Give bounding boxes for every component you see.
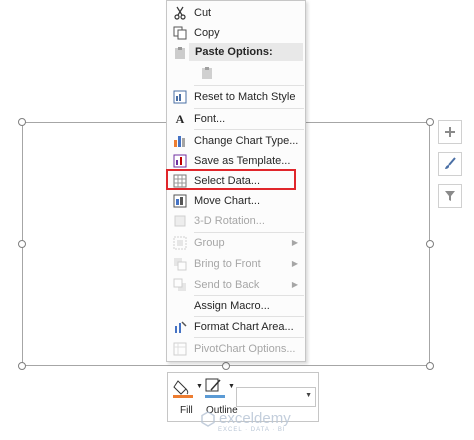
menu-item-label: Move Chart... bbox=[194, 195, 261, 207]
reset-style-icon bbox=[172, 89, 188, 105]
clipboard-icon bbox=[199, 65, 215, 81]
chart-styles-button[interactable] bbox=[438, 152, 462, 176]
menu-item-label: Cut bbox=[194, 7, 212, 19]
font-icon: A bbox=[175, 111, 185, 126]
scissors-icon bbox=[172, 5, 188, 21]
menu-item-label: 3-D Rotation... bbox=[194, 215, 265, 227]
menu-item-label: Bring to Front bbox=[194, 258, 261, 270]
chart-element-dropdown[interactable]: ▼ bbox=[236, 387, 316, 407]
watermark-logo: exceldemy bbox=[200, 410, 291, 427]
submenu-arrow-icon: ▶ bbox=[291, 238, 298, 247]
pen-outline-icon bbox=[205, 378, 225, 398]
menu-item-send-back: Send to Back ▶ bbox=[168, 275, 304, 295]
menu-item-bring-front: Bring to Front ▶ bbox=[168, 254, 304, 274]
menu-item-label: Send to Back bbox=[194, 279, 260, 291]
chart-filters-button[interactable] bbox=[438, 184, 462, 208]
group-icon bbox=[172, 235, 188, 251]
paint-bucket-icon bbox=[173, 380, 193, 398]
resize-handle-top-left[interactable] bbox=[18, 118, 26, 126]
fill-label: Fill bbox=[180, 405, 193, 416]
format-area-icon bbox=[172, 319, 188, 335]
menu-item-assign-macro[interactable]: Assign Macro... bbox=[168, 296, 304, 316]
menu-item-save-template[interactable]: Save as Template... bbox=[168, 151, 304, 171]
resize-handle-bottom[interactable] bbox=[222, 362, 230, 370]
dropdown-arrow-icon: ▼ bbox=[305, 392, 312, 399]
resize-handle-right[interactable] bbox=[426, 240, 434, 248]
menu-item-label: Change Chart Type... bbox=[194, 135, 299, 147]
send-back-icon bbox=[172, 277, 188, 293]
resize-handle-bottom-right[interactable] bbox=[426, 362, 434, 370]
template-icon bbox=[172, 153, 188, 169]
brush-icon bbox=[445, 157, 456, 169]
menu-item-label: Save as Template... bbox=[194, 155, 291, 167]
menu-item-font[interactable]: A Font... bbox=[168, 109, 304, 129]
copy-icon bbox=[172, 25, 188, 41]
plus-icon bbox=[445, 127, 455, 137]
menu-item-label: Format Chart Area... bbox=[194, 321, 294, 333]
pivot-icon bbox=[172, 341, 188, 357]
menu-item-format-chart-area[interactable]: Format Chart Area... bbox=[168, 317, 304, 337]
select-data-highlight bbox=[166, 169, 296, 190]
chart-elements-button[interactable] bbox=[438, 120, 462, 144]
menu-item-cut[interactable]: Cut bbox=[168, 3, 304, 23]
menu-item-pivotchart-options: PivotChart Options... bbox=[168, 339, 304, 359]
dropdown-arrow-icon: ▼ bbox=[228, 383, 235, 390]
resize-handle-top-right[interactable] bbox=[426, 118, 434, 126]
menu-item-label: Group bbox=[194, 237, 225, 249]
menu-item-label: PivotChart Options... bbox=[194, 343, 296, 355]
menu-item-copy[interactable]: Copy bbox=[168, 23, 304, 43]
menu-item-label: Copy bbox=[194, 27, 220, 39]
menu-separator bbox=[194, 337, 304, 338]
watermark-subtext: EXCEL · DATA · BI bbox=[218, 427, 286, 433]
menu-item-label: Reset to Match Style bbox=[194, 91, 296, 103]
move-chart-icon bbox=[172, 193, 188, 209]
submenu-arrow-icon: ▶ bbox=[291, 259, 298, 268]
paste-options-header: Paste Options: bbox=[189, 43, 303, 61]
bring-front-icon bbox=[172, 256, 188, 272]
paste-icon bbox=[172, 45, 188, 61]
menu-item-move-chart[interactable]: Move Chart... bbox=[168, 191, 304, 211]
menu-item-change-chart-type[interactable]: Change Chart Type... bbox=[168, 131, 304, 151]
menu-item-group: Group ▶ bbox=[168, 233, 304, 253]
fill-button[interactable]: ▼ bbox=[172, 377, 203, 401]
paste-option-button[interactable] bbox=[195, 63, 225, 83]
exceldemy-logo-icon bbox=[201, 410, 215, 427]
blank-icon bbox=[172, 298, 188, 314]
menu-item-reset-style[interactable]: Reset to Match Style bbox=[168, 87, 304, 107]
watermark-text: exceldemy bbox=[219, 410, 291, 427]
outline-button[interactable]: ▼ bbox=[204, 377, 235, 401]
submenu-arrow-icon: ▶ bbox=[291, 280, 298, 289]
resize-handle-left[interactable] bbox=[18, 240, 26, 248]
resize-handle-bottom-left[interactable] bbox=[18, 362, 26, 370]
menu-separator bbox=[194, 129, 304, 130]
dropdown-arrow-icon: ▼ bbox=[196, 383, 203, 390]
filter-icon bbox=[445, 191, 455, 201]
chart-type-icon bbox=[172, 133, 188, 149]
menu-separator bbox=[194, 85, 304, 86]
menu-item-label: Font... bbox=[194, 113, 226, 125]
menu-item-3d-rotation: 3-D Rotation... bbox=[168, 211, 304, 231]
menu-item-label: Assign Macro... bbox=[194, 300, 270, 312]
rotation-icon bbox=[172, 213, 188, 229]
